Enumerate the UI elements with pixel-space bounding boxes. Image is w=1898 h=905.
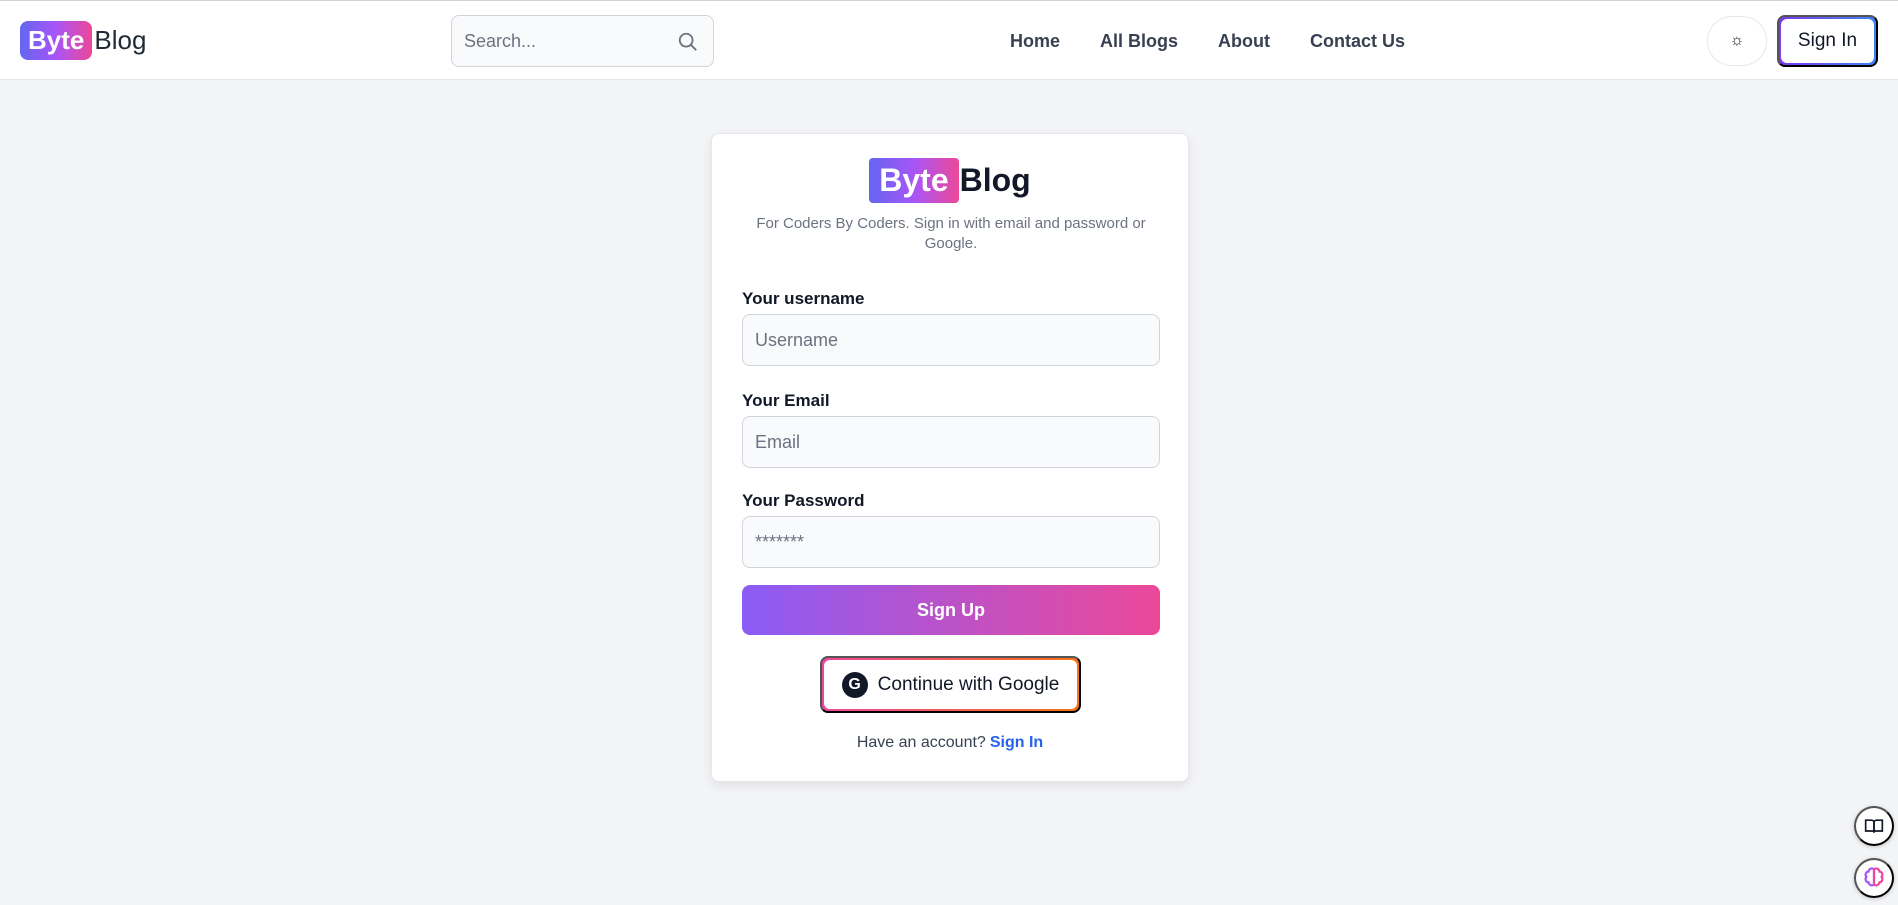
card-logo: Byte Blog (712, 158, 1188, 203)
sign-in-link[interactable]: Sign In (990, 734, 1043, 751)
search-icon[interactable] (677, 31, 699, 53)
tagline: For Coders By Coders. Sign in with email… (756, 215, 1146, 252)
search-box (451, 15, 714, 67)
card-logo-text: Blog (959, 162, 1031, 198)
card-logo-highlight: Byte (869, 158, 959, 203)
username-field[interactable] (742, 314, 1160, 366)
main-nav: Home All Blogs About Contact Us (1010, 23, 1445, 59)
search-input[interactable] (452, 16, 713, 66)
email-label: Your Email (742, 391, 830, 410)
nav-home[interactable]: Home (1010, 31, 1060, 52)
navbar: ByteBlog Home All Blogs About Contact Us… (0, 0, 1898, 80)
logo-text: Blog (94, 24, 147, 55)
sign-up-button[interactable]: Sign Up (742, 585, 1160, 635)
password-field[interactable] (742, 516, 1160, 568)
brain-icon (1864, 867, 1884, 887)
sign-in-label: Sign In (1781, 19, 1874, 63)
username-label: Your username (742, 289, 865, 308)
reader-button[interactable] (1854, 806, 1894, 846)
theme-toggle-button[interactable]: ☼ (1707, 16, 1767, 66)
email-field[interactable] (742, 416, 1160, 468)
google-sign-in-button[interactable]: G Continue with Google (820, 656, 1081, 713)
nav-all-blogs[interactable]: All Blogs (1100, 31, 1178, 52)
signup-card: Byte Blog For Coders By Coders. Sign in w… (711, 133, 1189, 782)
logo-highlight: Byte (20, 20, 93, 60)
google-button-content: G Continue with Google (824, 660, 1077, 709)
nav-about[interactable]: About (1218, 31, 1270, 52)
password-label: Your Password (742, 491, 865, 510)
logo-link[interactable]: Byte Blog (20, 19, 146, 61)
nav-contact-us[interactable]: Contact Us (1310, 31, 1405, 52)
google-button-label: Continue with Google (877, 673, 1060, 695)
sign-in-button[interactable]: Sign In (1777, 15, 1878, 67)
google-icon: G (841, 671, 868, 698)
account-prompt: Have an account? (856, 734, 986, 751)
ai-assistant-button[interactable] (1854, 858, 1894, 898)
book-icon (1864, 819, 1884, 833)
account-prompt-line: Have an account? Sign In (712, 734, 1188, 752)
sun-icon: ☼ (1729, 32, 1745, 49)
